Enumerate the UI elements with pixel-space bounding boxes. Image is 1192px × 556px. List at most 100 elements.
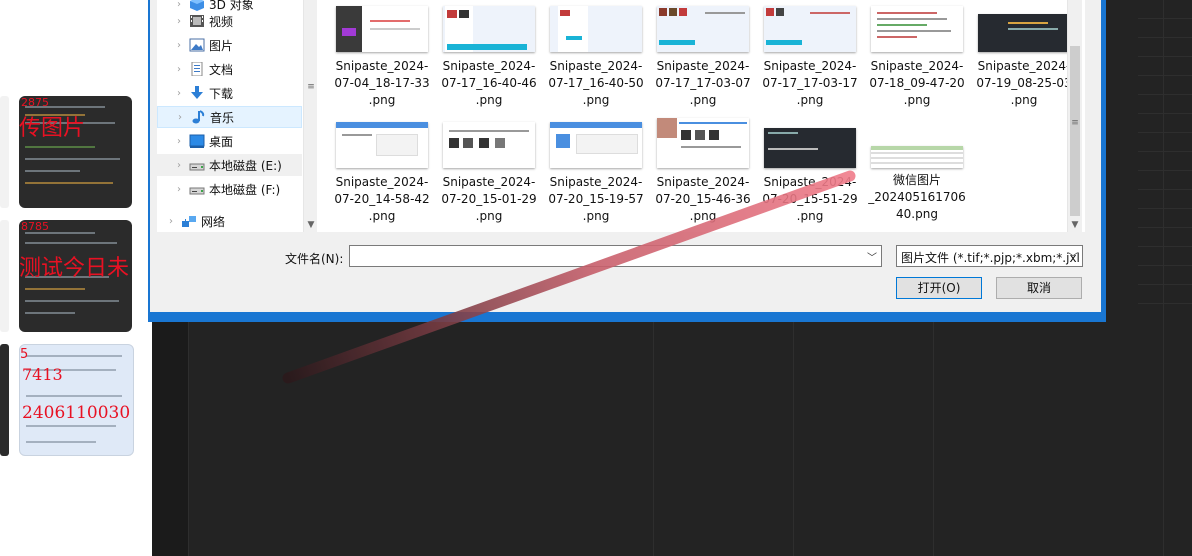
navigation-pane: › 3D 对象 › 视频 › 图片 › 文档 › 下载 › 音乐 › 桌面 › … [157, 0, 304, 232]
nav-item-music[interactable]: › 音乐 [157, 106, 302, 128]
file-thumbnail [871, 146, 963, 168]
image-thumbnail[interactable]: 8785 测试今日未 [19, 220, 132, 332]
file-item[interactable]: Snipaste_2024- 07-20_14-58-42 .png [332, 122, 432, 225]
filename-input[interactable]: ﹀ [349, 245, 882, 267]
chevron-right-icon[interactable]: › [177, 40, 181, 51]
file-item[interactable]: 微信图片 _202405161706 40.png [867, 122, 967, 223]
scroll-down-arrow-icon[interactable]: ▼ [1068, 220, 1082, 230]
file-thumbnail [550, 6, 642, 52]
file-name: Snipaste_2024- 07-17_17-03-07 .png [655, 59, 751, 107]
file-name: Snipaste_2024- 07-17_16-40-50 .png [548, 59, 644, 107]
scroll-down-arrow-icon[interactable]: ▼ [304, 220, 318, 230]
nav-item-label: 桌面 [209, 134, 234, 149]
nav-item-drive-e[interactable]: › 本地磁盘 (E:) [157, 154, 302, 176]
nav-item-label: 音乐 [210, 110, 235, 125]
file-item[interactable]: Snipaste_2024- 07-20_15-51-29 .png [760, 122, 860, 225]
file-name: Snipaste_2024- 07-20_15-46-36 .png [655, 175, 751, 223]
downloads-folder-icon [189, 86, 205, 100]
open-button[interactable]: 打开(O) [896, 277, 982, 299]
cancel-button[interactable]: 取消 [996, 277, 1082, 299]
file-item[interactable]: Snipaste_2024- 07-20_15-19-57 .png [546, 122, 646, 225]
open-file-dialog: › 3D 对象 › 视频 › 图片 › 文档 › 下载 › 音乐 › 桌面 › … [148, 0, 1106, 322]
background-image-panel: 2875 传图片 8785 测试今日未 5 7413 2406110030 [0, 0, 152, 556]
scrollbar-grip-icon[interactable]: ≡ [307, 82, 315, 92]
image-thumbnail[interactable]: 2875 传图片 [19, 96, 132, 208]
file-name: Snipaste_2024- 07-20_14-58-42 .png [334, 175, 430, 223]
nav-item-videos[interactable]: › 视频 [157, 10, 302, 32]
video-folder-icon [189, 14, 205, 28]
network-icon [181, 214, 197, 228]
file-thumbnail [657, 6, 749, 52]
chevron-right-icon[interactable]: › [177, 16, 181, 27]
nav-item-label: 网络 [201, 214, 226, 229]
file-thumbnail [657, 118, 749, 168]
nav-item-downloads[interactable]: › 下载 [157, 82, 302, 104]
drive-icon [189, 158, 205, 172]
music-folder-icon [190, 110, 206, 124]
file-item[interactable]: Snipaste_2024- 07-20_15-46-36 .png [653, 118, 753, 225]
navigation-scrollbar[interactable]: ≡ ▼ [303, 0, 318, 232]
chevron-right-icon[interactable]: › [177, 160, 181, 171]
partial-thumbnail-edge [0, 344, 9, 456]
file-name: Snipaste_2024- 07-19_08-25-03 .png [976, 59, 1072, 107]
file-item[interactable]: Snipaste_2024- 07-19_08-25-03 .png [974, 6, 1074, 109]
nav-item-label: 图片 [209, 38, 234, 53]
file-name: Snipaste_2024- 07-20_15-01-29 .png [441, 175, 537, 223]
file-item[interactable]: Snipaste_2024- 07-17_17-03-17 .png [760, 6, 860, 109]
file-name: Snipaste_2024- 07-20_15-51-29 .png [762, 175, 858, 223]
dialog-body: › 3D 对象 › 视频 › 图片 › 文档 › 下载 › 音乐 › 桌面 › … [150, 0, 1101, 312]
pictures-folder-icon [189, 38, 205, 52]
file-thumbnail [978, 14, 1070, 52]
partial-thumbnail-edge [0, 96, 9, 208]
chevron-right-icon[interactable]: › [177, 136, 181, 147]
chevron-right-icon[interactable]: › [177, 0, 181, 10]
thumbnail-overlay-text: 传图片 [19, 116, 86, 141]
file-item[interactable]: Snipaste_2024- 07-17_16-40-46 .png [439, 6, 539, 109]
file-name: Snipaste_2024- 07-20_15-19-57 .png [548, 175, 644, 223]
chevron-down-icon[interactable]: ﹀ [1068, 249, 1078, 264]
file-name: Snipaste_2024- 07-17_16-40-46 .png [441, 59, 537, 107]
thumbnail-overlay-digits: 5 [20, 347, 29, 362]
file-item[interactable]: Snipaste_2024- 07-18_09-47-20 .png [867, 6, 967, 109]
file-item[interactable]: Snipaste_2024- 07-20_15-01-29 .png [439, 122, 539, 225]
filename-label: 文件名(N): [285, 252, 344, 266]
file-thumbnail [443, 6, 535, 52]
file-list-scrollbar[interactable]: ≡ ▼ [1067, 0, 1082, 232]
nav-item-label: 本地磁盘 (E:) [209, 158, 282, 173]
chevron-right-icon[interactable]: › [178, 112, 182, 123]
nav-item-label: 文档 [209, 62, 234, 77]
chevron-right-icon[interactable]: › [169, 216, 173, 227]
nav-item-desktop[interactable]: › 桌面 [157, 130, 302, 152]
nav-item-label: 本地磁盘 (F:) [209, 182, 281, 197]
thumbnail-overlay-digits: 8785 [21, 220, 49, 233]
thumbnail-overlay-digits: 2406110030 [22, 403, 131, 423]
thumbnail-overlay-digits: 2875 [21, 96, 49, 109]
drive-icon [189, 182, 205, 196]
thumbnail-overlay-digits: 7413 [22, 365, 63, 384]
file-thumbnail [336, 122, 428, 168]
scrollbar-thumb[interactable] [1070, 46, 1080, 216]
chevron-down-icon[interactable]: ﹀ [867, 249, 877, 264]
chevron-right-icon[interactable]: › [177, 88, 181, 99]
chevron-right-icon[interactable]: › [177, 184, 181, 195]
file-name: Snipaste_2024- 07-04_18-17-33 .png [334, 59, 430, 107]
filter-value: 图片文件 (*.tif;*.pjp;*.xbm;*.jxl [901, 251, 1080, 265]
file-thumbnail [764, 6, 856, 52]
file-item[interactable]: Snipaste_2024- 07-17_16-40-50 .png [546, 6, 646, 109]
nav-item-drive-f[interactable]: › 本地磁盘 (F:) [157, 178, 302, 200]
partial-thumbnail-edge [0, 220, 9, 332]
nav-item-documents[interactable]: › 文档 [157, 58, 302, 80]
scrollbar-grip-icon[interactable]: ≡ [1068, 118, 1082, 128]
file-thumbnail [336, 6, 428, 52]
file-item[interactable]: Snipaste_2024- 07-04_18-17-33 .png [332, 6, 432, 109]
documents-folder-icon [189, 61, 205, 77]
nav-item-network[interactable]: › 网络 [157, 210, 302, 232]
file-thumbnail [764, 128, 856, 168]
file-item[interactable]: Snipaste_2024- 07-17_17-03-07 .png [653, 6, 753, 109]
nav-item-pictures[interactable]: › 图片 [157, 34, 302, 56]
image-thumbnail[interactable]: 5 7413 2406110030 [19, 344, 134, 456]
file-thumbnail [871, 6, 963, 52]
file-type-filter[interactable]: 图片文件 (*.tif;*.pjp;*.xbm;*.jxl ﹀ [896, 245, 1083, 267]
thumbnail-overlay-text: 测试今日未 [19, 256, 130, 281]
chevron-right-icon[interactable]: › [177, 64, 181, 75]
